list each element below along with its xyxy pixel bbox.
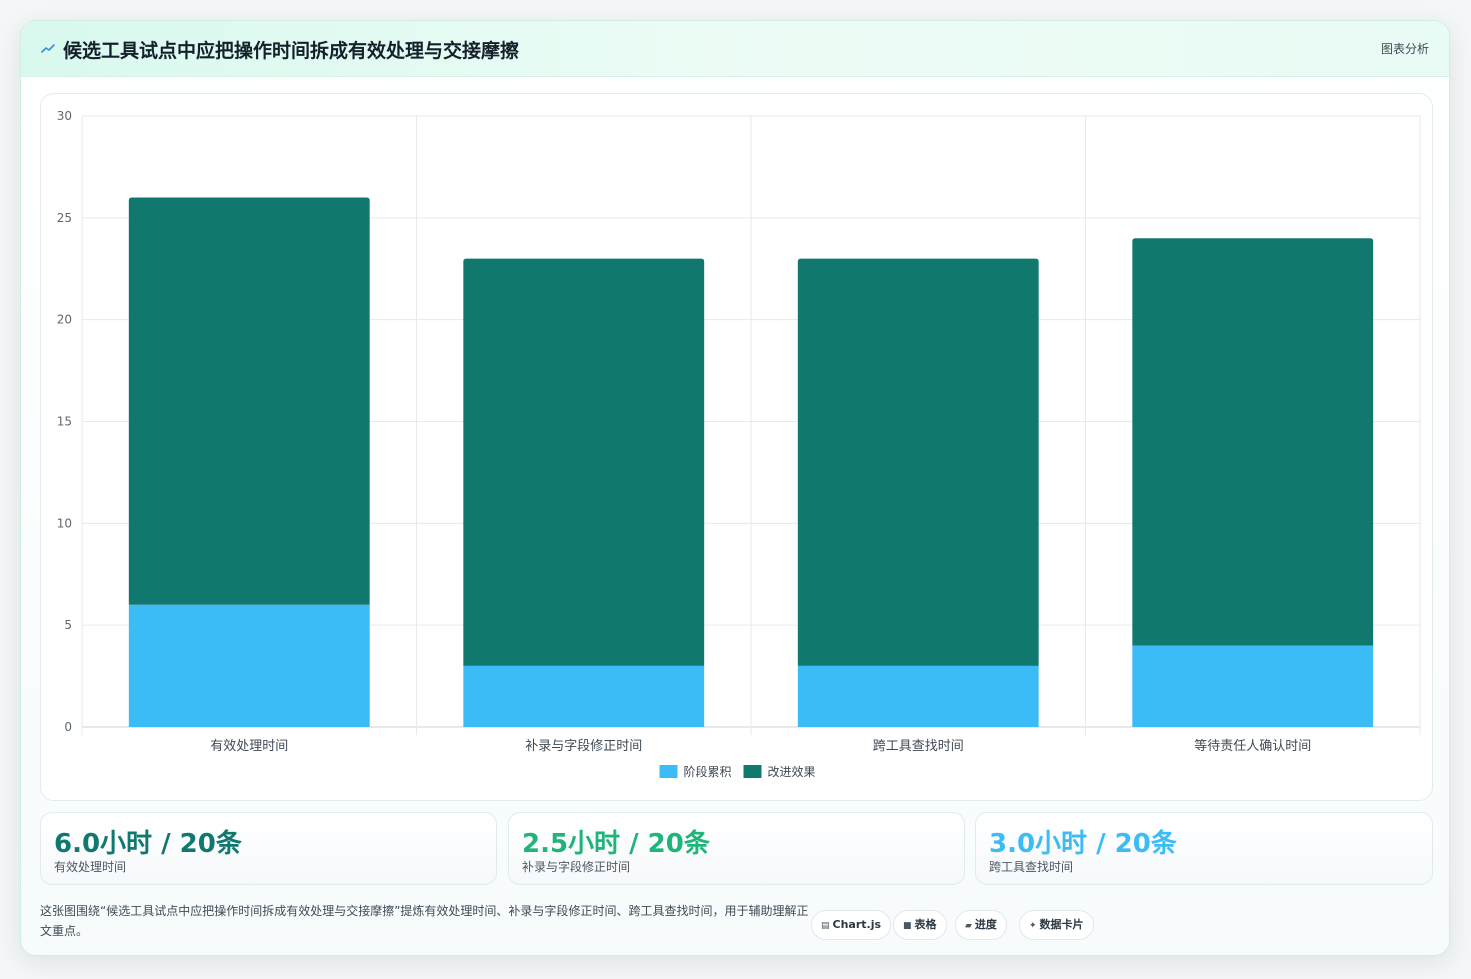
y-tick-label: 20 (57, 313, 72, 327)
x-tick-label: 补录与字段修正时间 (525, 739, 642, 754)
sparkle-icon: ✦ (1029, 921, 1037, 931)
stat-card-1: 6.0小时 / 20条 有效处理时间 (40, 812, 497, 885)
tag-chartjs[interactable]: ▤ Chart.js (811, 910, 892, 940)
y-tick-label: 30 (57, 109, 72, 123)
bar-stage (463, 665, 705, 727)
stat-label: 补录与字段修正时间 (522, 860, 631, 874)
bar-improvement (797, 258, 1039, 666)
bar-stage (128, 604, 370, 727)
tag-table[interactable]: ■ 表格 (893, 910, 947, 940)
x-tick-label: 有效处理时间 (210, 739, 288, 754)
stat-card-3: 3.0小时 / 20条 跨工具查找时间 (975, 812, 1433, 885)
stat-value: 6.0小时 / 20条 (54, 829, 242, 859)
table-icon: ■ (903, 921, 912, 931)
chart-icon: ▤ (821, 921, 830, 931)
trend-icon (41, 44, 55, 53)
legend-swatch (659, 765, 678, 778)
stat-card-2: 2.5小时 / 20条 补录与字段修正时间 (508, 812, 965, 885)
tag-label: 表格 (914, 918, 937, 931)
x-tick-label: 等待责任人确认时间 (1194, 738, 1311, 754)
chart-card: 候选工具试点中应把操作时间拆成有效处理与交接摩擦 图表分析 0 5 10 15 20 25… (20, 20, 1450, 956)
legend-label: 改进效果 (768, 764, 816, 779)
x-tick-label: 跨工具查找时间 (873, 739, 964, 754)
tag-label: 数据卡片 (1039, 918, 1084, 931)
tag-label: 进度 (974, 918, 997, 931)
legend-swatch (743, 765, 762, 778)
stat-value: 3.0小时 / 20条 (989, 829, 1177, 859)
chart-container: 0 5 10 15 20 25 30 有效处理时间 补录与字段修正时间 跨工具查找时间 等待责任人确… (40, 93, 1433, 801)
stat-label: 跨工具查找时间 (989, 860, 1074, 874)
tag-label: Chart.js (832, 918, 882, 931)
y-tick-label: 5 (64, 618, 72, 632)
y-tick-label: 15 (57, 415, 72, 429)
bar-improvement (1132, 238, 1374, 646)
bar-stage (797, 665, 1039, 727)
tag-progress[interactable]: ▰ 进度 (955, 910, 1007, 940)
bar-improvement (463, 258, 705, 666)
y-tick-label: 25 (57, 211, 72, 225)
stat-value: 2.5小时 / 20条 (522, 829, 710, 859)
legend-label: 阶段累积 (684, 764, 732, 779)
progress-icon: ▰ (965, 921, 972, 931)
bar-improvement (128, 197, 370, 605)
stat-label: 有效处理时间 (54, 860, 127, 874)
chart-analysis-link[interactable]: 图表分析 (1381, 40, 1429, 57)
chart-description: 这张图围绕“候选工具试点中应把操作时间拆成有效处理与交接摩擦”提炼有效处理时间、… (40, 904, 809, 938)
page-title: 候选工具试点中应把操作时间拆成有效处理与交接摩擦 (63, 40, 520, 62)
bar-stage (1132, 645, 1374, 727)
stacked-bar-chart: 0 5 10 15 20 25 30 有效处理时间 补录与字段修正时间 跨工具查找时间 等待责任人确… (57, 109, 1421, 779)
card-header: 候选工具试点中应把操作时间拆成有效处理与交接摩擦 图表分析 (21, 21, 1449, 77)
y-tick-label: 0 (64, 720, 72, 734)
y-tick-label: 10 (57, 516, 72, 530)
tag-data-card[interactable]: ✦ 数据卡片 (1019, 910, 1094, 940)
